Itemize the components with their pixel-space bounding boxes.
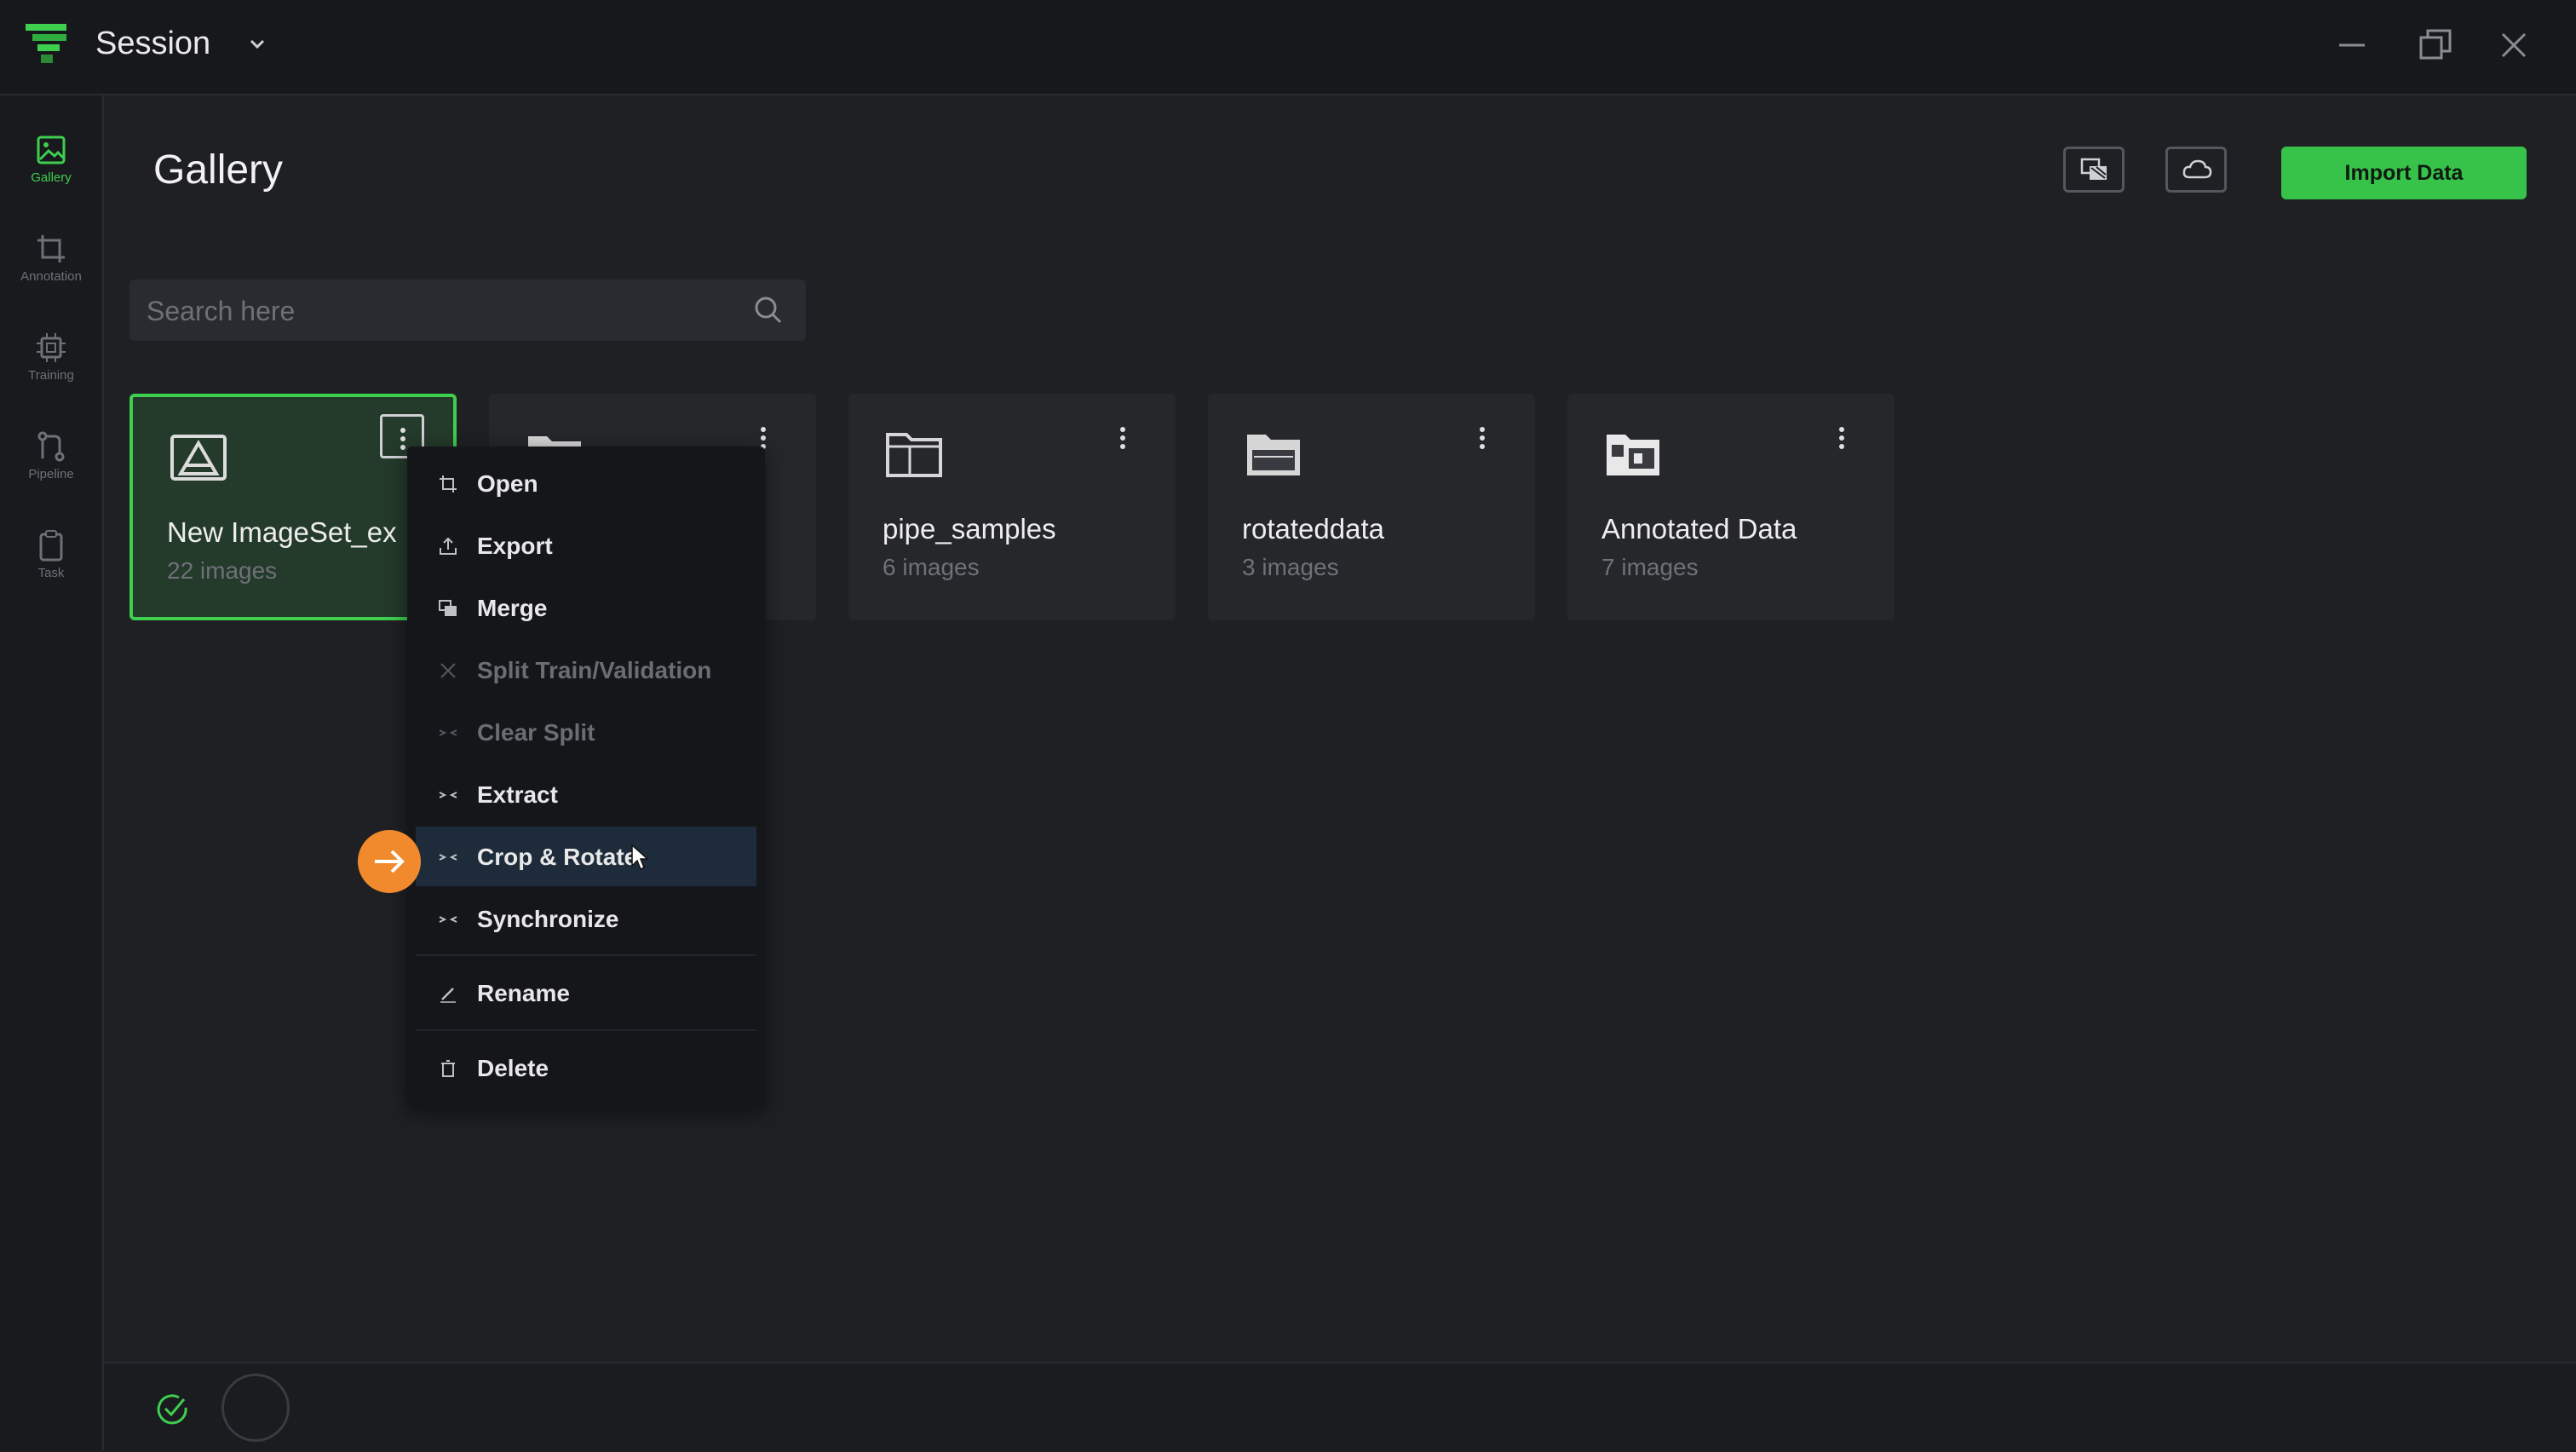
chip-icon (37, 333, 66, 362)
card-name: Annotated Data (1601, 513, 1797, 544)
menu-item-label: Extract (477, 781, 558, 808)
mouse-cursor-icon (631, 844, 649, 871)
menu-item-label: Export (477, 533, 553, 559)
folder-icon (886, 433, 942, 477)
chevron-down-icon[interactable] (245, 32, 269, 56)
arrows-in-icon (439, 729, 457, 736)
sidebar-item-label: Annotation (20, 269, 82, 284)
card-menu-button[interactable] (1821, 416, 1866, 460)
menu-divider (416, 1029, 756, 1031)
merge-button[interactable] (2063, 147, 2125, 193)
menu-item-label: Clear Split (477, 719, 595, 746)
menu-item-clear-split: Clear Split (416, 702, 756, 762)
card-count: 7 images (1601, 554, 1699, 580)
search-box (129, 279, 806, 341)
menu-item-extract[interactable]: Extract (416, 764, 756, 824)
card-name: New ImageSet_ex (167, 516, 397, 548)
menu-item-label: Merge (477, 595, 548, 621)
session-title[interactable]: Session (95, 26, 210, 62)
menu-item-label: Delete (477, 1055, 549, 1081)
card-name: pipe_samples (883, 513, 1056, 544)
menu-item-label: Crop & Rotate (477, 844, 638, 870)
menu-item-merge[interactable]: Merge (416, 578, 756, 637)
card-count: 6 images (883, 554, 980, 580)
sidebar-item-label: Task (37, 566, 65, 580)
search-input[interactable] (145, 291, 727, 331)
sidebar: Gallery Annotation Training Pipeline Tas… (0, 95, 104, 1450)
pipeline-icon (37, 431, 65, 462)
clipboard-icon (39, 530, 63, 562)
menu-divider (416, 954, 756, 956)
arrows-in-icon (439, 916, 457, 923)
pencil-icon (440, 988, 456, 1003)
check-circle-icon (157, 1394, 187, 1425)
search-icon[interactable] (751, 293, 785, 327)
card-menu-button[interactable] (1102, 416, 1147, 460)
trash-icon (441, 1060, 455, 1077)
progress-ring (221, 1374, 290, 1442)
context-menu: Open Export Merge Split Train/Validation… (407, 447, 765, 1108)
menu-item-crop-rotate[interactable]: Crop & Rotate (416, 827, 756, 886)
menu-item-label: Synchronize (477, 906, 619, 932)
sidebar-item-pipeline[interactable]: Pipeline (0, 419, 102, 504)
sidebar-item-gallery[interactable]: Gallery (0, 123, 102, 208)
menu-item-delete[interactable]: Delete (416, 1038, 756, 1098)
crop-icon (37, 235, 65, 262)
minimize-icon[interactable] (2332, 26, 2372, 65)
merge-icon (439, 600, 457, 616)
close-icon[interactable] (2494, 26, 2533, 65)
restore-icon[interactable] (2416, 26, 2455, 65)
menu-item-split-train-validation: Split Train/Validation (416, 640, 756, 700)
image-icon (37, 135, 66, 164)
sidebar-item-label: Training (28, 368, 74, 383)
menu-item-label: Split Train/Validation (477, 657, 712, 683)
dataset-icon (170, 435, 227, 481)
card-count: 22 images (167, 557, 278, 584)
crop-icon (440, 475, 457, 493)
sidebar-item-task[interactable]: Task (0, 518, 102, 603)
title-bar: Session (0, 0, 2576, 95)
menu-item-rename[interactable]: Rename (416, 963, 756, 1023)
folder-open-icon (1247, 435, 1300, 475)
menu-item-export[interactable]: Export (416, 516, 756, 575)
merge-icon (2080, 158, 2107, 180)
card-name: rotateddata (1242, 513, 1384, 544)
upload-icon (440, 537, 457, 555)
sidebar-item-annotation[interactable]: Annotation (0, 222, 102, 307)
arrow-right-icon (375, 850, 405, 873)
page-title: Gallery (153, 147, 284, 193)
more-vertical-icon (1839, 427, 1844, 449)
arrows-in-icon (439, 854, 457, 861)
dataset-card[interactable]: Annotated Data 7 images (1567, 394, 1895, 620)
cloud-button[interactable] (2165, 147, 2227, 193)
menu-item-label: Rename (477, 980, 570, 1006)
sidebar-item-label: Gallery (31, 170, 72, 185)
menu-item-synchronize[interactable]: Synchronize (416, 889, 756, 948)
more-vertical-icon (1480, 427, 1485, 449)
arrows-in-icon (439, 792, 457, 798)
import-data-button[interactable]: Import Data (2281, 147, 2527, 199)
card-menu-button[interactable] (1462, 416, 1506, 460)
app-logo-icon (26, 24, 66, 63)
status-bar (104, 1362, 2576, 1452)
sidebar-item-training[interactable]: Training (0, 320, 102, 406)
annotated-folder-icon (1607, 435, 1659, 475)
more-vertical-icon (400, 428, 405, 450)
sidebar-item-label: Pipeline (28, 467, 74, 481)
card-count: 3 images (1242, 554, 1339, 580)
tutorial-pointer (358, 830, 421, 893)
dataset-card[interactable]: rotateddata 3 images (1208, 394, 1535, 620)
menu-item-label: Open (477, 470, 538, 497)
split-icon (440, 663, 456, 678)
dataset-card[interactable]: pipe_samples 6 images (848, 394, 1176, 620)
menu-item-open[interactable]: Open (416, 453, 756, 513)
cloud-icon (2182, 159, 2212, 179)
more-vertical-icon (1120, 427, 1125, 449)
